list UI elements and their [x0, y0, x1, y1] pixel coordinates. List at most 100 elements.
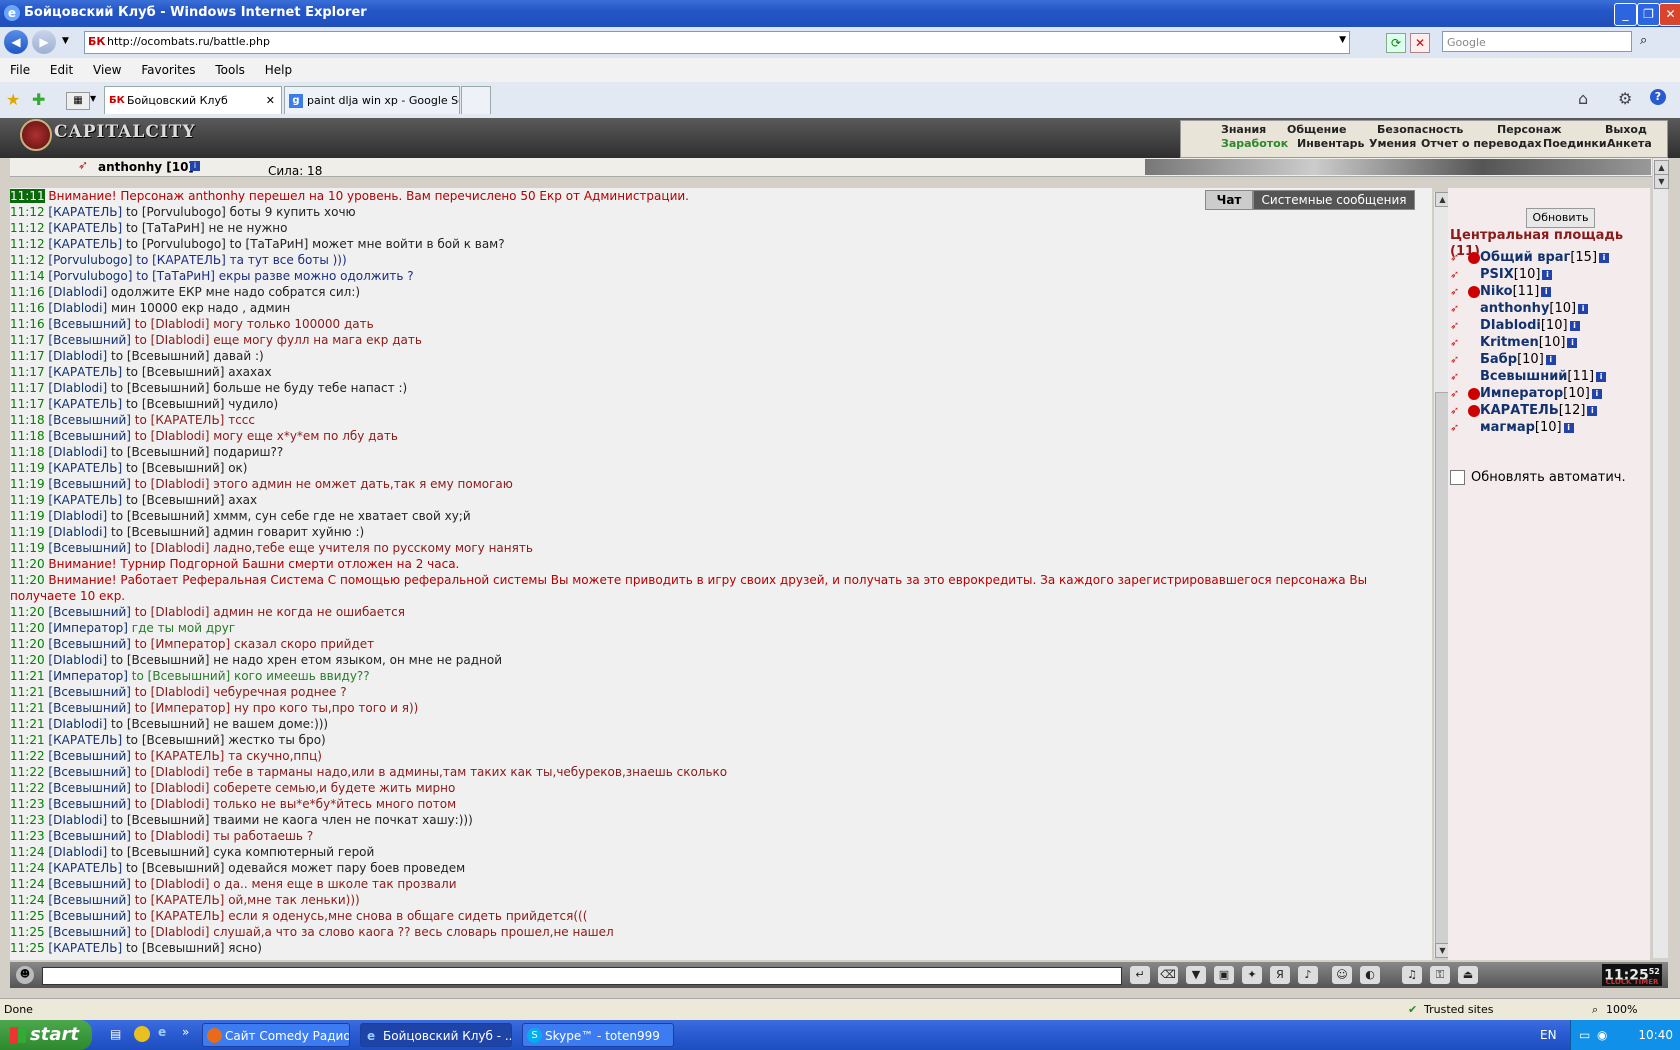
- chat-speaker[interactable]: [Всевышний]: [48, 781, 131, 795]
- chat-speaker[interactable]: [Всевышний]: [48, 701, 131, 715]
- chat-speaker[interactable]: [КАРАТЕЛЬ]: [48, 461, 122, 475]
- private-message-arrow-icon[interactable]: ➶: [1450, 370, 1468, 383]
- chat-time[interactable]: 11:24: [10, 845, 45, 859]
- refresh-icon[interactable]: ⟳: [1386, 33, 1406, 53]
- chat-time[interactable]: 11:16: [10, 285, 45, 299]
- chat-target[interactable]: to [Всевышний]: [132, 669, 230, 683]
- chat-time[interactable]: 11:12: [10, 221, 45, 235]
- chat-time[interactable]: 11:17: [10, 365, 45, 379]
- chat-target[interactable]: to [DIablodi]: [135, 685, 210, 699]
- chat-speaker[interactable]: [Всевышний]: [48, 477, 131, 491]
- menu-tools[interactable]: Tools: [215, 58, 245, 82]
- taskbar-comedy-radio[interactable]: Сайт Comedy Радио ...: [202, 1023, 350, 1047]
- chat-time[interactable]: 11:19: [10, 477, 45, 491]
- forward-button[interactable]: ▶: [32, 30, 56, 54]
- chat-speaker[interactable]: [Всевышний]: [48, 541, 131, 555]
- zoom-icon[interactable]: ⌕: [1592, 999, 1598, 1021]
- chat-time[interactable]: 11:20: [10, 573, 45, 587]
- auto-refresh-option[interactable]: Обновлять автоматич.: [1450, 470, 1626, 485]
- chat-target[interactable]: to [Всевышний]: [111, 813, 209, 827]
- more-quicklaunch-icon[interactable]: »: [182, 1025, 189, 1039]
- chat-speaker[interactable]: [Всевышний]: [48, 925, 131, 939]
- chat-speaker[interactable]: [КАРАТЕЛЬ]: [48, 941, 122, 955]
- chat-speaker[interactable]: [DIablodi]: [48, 301, 107, 315]
- chat-target[interactable]: to [КАРАТЕЛЬ]: [135, 909, 225, 923]
- nav-knowledge[interactable]: Знания: [1221, 123, 1266, 136]
- chat-target[interactable]: to [Всевышний]: [111, 525, 209, 539]
- chat-target[interactable]: to [DIablodi]: [135, 317, 210, 331]
- info-icon[interactable]: i: [1567, 337, 1578, 348]
- taskbar-skype[interactable]: S Skype™ - toten999: [522, 1023, 674, 1047]
- tab-google-search[interactable]: g paint dlja win xp - Google Se...: [284, 86, 460, 114]
- chat-time[interactable]: 11:18: [10, 445, 45, 459]
- chat-speaker[interactable]: [КАРАТЕЛЬ]: [48, 205, 122, 219]
- chat-time[interactable]: 11:20: [10, 637, 45, 651]
- chat-speaker[interactable]: [КАРАТЕЛЬ]: [48, 221, 122, 235]
- chat-target[interactable]: to [КАРАТЕЛЬ]: [135, 413, 225, 427]
- desktop-icon[interactable]: ▤: [110, 1027, 121, 1041]
- chat-target[interactable]: to [Император]: [135, 637, 230, 651]
- address-bar[interactable]: БК http://ocombats.ru/battle.php ▼: [84, 31, 1350, 54]
- chat-target[interactable]: to [КАРАТЕЛЬ]: [135, 749, 225, 763]
- chat-target[interactable]: to [DIablodi]: [135, 605, 210, 619]
- chat-time[interactable]: 11:20: [10, 605, 45, 619]
- chat-speaker[interactable]: [DIablodi]: [48, 509, 107, 523]
- user-name[interactable]: КАРАТЕЛЬ: [1480, 403, 1559, 418]
- user-name[interactable]: DIablodi: [1480, 318, 1541, 333]
- user-list-item[interactable]: ➶ Общий враг[15] i: [1450, 250, 1610, 267]
- tray-volume-icon[interactable]: ◉: [1597, 1028, 1607, 1042]
- chat-time[interactable]: 11:19: [10, 493, 45, 507]
- chat-time[interactable]: 11:25: [10, 925, 45, 939]
- chat-speaker[interactable]: [КАРАТЕЛЬ]: [48, 861, 122, 875]
- chat-speaker[interactable]: [Всевышний]: [48, 685, 131, 699]
- tab-system-messages[interactable]: Системные сообщения: [1253, 190, 1415, 210]
- chat-time[interactable]: 11:14: [10, 269, 45, 283]
- chat-speaker[interactable]: [DIablodi]: [48, 525, 107, 539]
- chat-time[interactable]: 11:21: [10, 717, 45, 731]
- chat-time[interactable]: 11:17: [10, 381, 45, 395]
- chat-speaker[interactable]: [Всевышний]: [48, 765, 131, 779]
- menu-favorites[interactable]: Favorites: [141, 58, 195, 82]
- chat-time[interactable]: 11:17: [10, 333, 45, 347]
- chat-speaker[interactable]: [DIablodi]: [48, 349, 107, 363]
- user-list-item[interactable]: ➶ Всевышний[11] i: [1450, 369, 1607, 386]
- add-favorite-icon[interactable]: ✚: [32, 90, 45, 109]
- chat-time[interactable]: 11:25: [10, 941, 45, 955]
- user-list-item[interactable]: ➶ КАРАТЕЛЬ[12] i: [1450, 403, 1598, 420]
- chat-target[interactable]: to [Всевышний]: [111, 381, 209, 395]
- private-message-arrow-icon[interactable]: ➶: [1450, 251, 1468, 264]
- chat-target[interactable]: to [ТаТаРиН]: [136, 269, 215, 283]
- private-message-arrow-icon[interactable]: ➶: [1450, 268, 1468, 281]
- chat-speaker[interactable]: [Всевышний]: [48, 413, 131, 427]
- user-name[interactable]: Kritmen: [1480, 335, 1539, 350]
- chat-speaker[interactable]: [Всевышний]: [48, 429, 131, 443]
- chat-speaker[interactable]: [Император]: [48, 621, 128, 635]
- chat-speaker[interactable]: [DIablodi]: [48, 445, 107, 459]
- nav-security[interactable]: Безопасность: [1377, 123, 1463, 136]
- chat-time[interactable]: 11:12: [10, 253, 45, 267]
- chat-target[interactable]: to [КАРАТЕЛЬ]: [135, 893, 225, 907]
- tray-network-icon[interactable]: ▭: [1579, 1028, 1590, 1042]
- chat-target[interactable]: to [Всевышний]: [126, 365, 224, 379]
- minimize-button[interactable]: _: [1614, 3, 1637, 26]
- chat-time[interactable]: 11:16: [10, 301, 45, 315]
- address-dropdown-icon[interactable]: ▼: [1339, 35, 1346, 45]
- chat-target[interactable]: to [DIablodi]: [135, 333, 210, 347]
- start-button[interactable]: start: [0, 1020, 92, 1050]
- chat-target[interactable]: to [Porvulubogo] to [ТаТаРиН]: [126, 237, 308, 251]
- private-message-arrow-icon[interactable]: ➶: [1450, 285, 1468, 298]
- chat-speaker[interactable]: [КАРАТЕЛЬ]: [48, 237, 122, 251]
- nav-character[interactable]: Персонаж: [1497, 123, 1562, 136]
- tab-close-icon[interactable]: ✕: [266, 87, 275, 114]
- chat-time[interactable]: 11:11: [10, 189, 45, 203]
- chat-time[interactable]: 11:21: [10, 669, 45, 683]
- chat-speaker[interactable]: [КАРАТЕЛЬ]: [48, 493, 122, 507]
- info-icon[interactable]: i: [190, 161, 200, 171]
- close-button[interactable]: ✕: [1659, 3, 1680, 26]
- history-dropdown-icon[interactable]: ▼: [62, 36, 69, 46]
- menu-edit[interactable]: Edit: [50, 58, 73, 82]
- chat-time[interactable]: 11:23: [10, 813, 45, 827]
- nav-profile[interactable]: Анкета: [1607, 137, 1652, 150]
- chat-speaker[interactable]: [КАРАТЕЛЬ]: [48, 397, 122, 411]
- user-name[interactable]: Император: [1480, 386, 1563, 401]
